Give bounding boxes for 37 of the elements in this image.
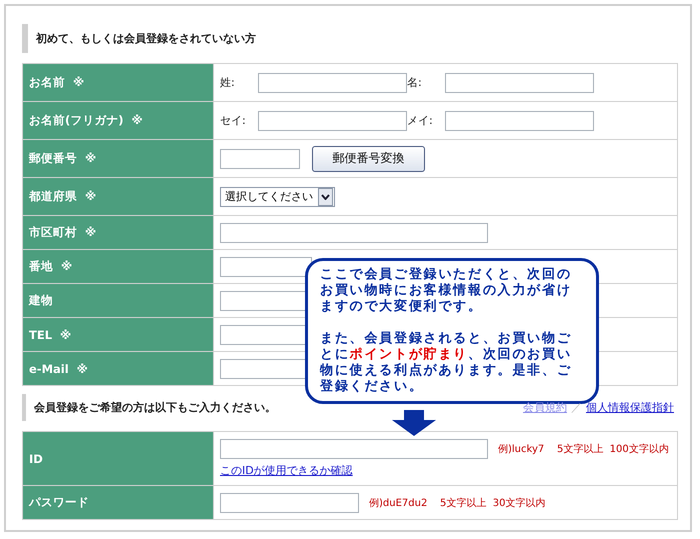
callout-text: また、会員登録されると、お買い物ごとにポイントが貯まり、次回のお買い物に使える利点があります。是非、ご登録ください。 xyxy=(320,331,573,395)
label-cell: e-Mail ※ xyxy=(22,352,214,386)
label-cell: パスワード xyxy=(22,486,214,520)
label-cell: ID xyxy=(22,432,214,486)
label-cell: TEL ※ xyxy=(22,318,214,352)
input-field[interactable] xyxy=(220,492,359,512)
field-label: メイ: xyxy=(407,113,434,128)
hint-text: 例)duE7du2 5文字以上 30文字以内 xyxy=(369,496,546,510)
input-field[interactable] xyxy=(220,256,312,276)
input-field[interactable] xyxy=(220,148,300,168)
label-cell: 建物 xyxy=(22,284,214,318)
field-label: 姓: xyxy=(220,75,236,90)
label-cell: 郵便番号 ※ xyxy=(22,140,214,178)
input-field[interactable] xyxy=(258,72,407,92)
field-label: セイ: xyxy=(220,113,247,128)
label-cell: 都道府県 ※ xyxy=(22,178,214,216)
prefecture-dropdown[interactable]: 選択してください xyxy=(220,186,335,206)
input-field[interactable] xyxy=(445,72,594,92)
label-cell: お名前(フリガナ) ※ xyxy=(22,102,214,140)
callout-text: ここで会員ご登録いただくと、次回のお買い物時にお客様情報の入力が省けますので大変便利です。 xyxy=(320,267,573,315)
label-cell: お名前 ※ xyxy=(22,64,214,102)
input-field[interactable] xyxy=(258,110,407,130)
input-cell[interactable] xyxy=(214,216,678,250)
field-label: 名: xyxy=(407,75,423,90)
section-heading: 会員登録をご希望の方は以下もご入力ください。 xyxy=(34,400,276,415)
down-arrow-icon xyxy=(392,410,436,436)
input-field[interactable] xyxy=(220,222,488,242)
input-field[interactable] xyxy=(445,110,594,130)
label-cell: 番地 ※ xyxy=(22,250,214,284)
input-field[interactable] xyxy=(220,439,488,459)
label-cell: 市区町村 ※ xyxy=(22,216,214,250)
convert-button[interactable]: 郵便番号変換 xyxy=(312,146,425,172)
separator: ／ xyxy=(571,400,582,415)
hint-text: 例)lucky7 5文字以上 100文字以内 xyxy=(498,442,669,456)
section-heading: 初めて、もしくは会員登録をされていない方 xyxy=(22,24,674,53)
link[interactable]: このIDが使用できるか確認 xyxy=(220,463,353,478)
link[interactable]: 個人情報保護指針 xyxy=(586,400,674,415)
